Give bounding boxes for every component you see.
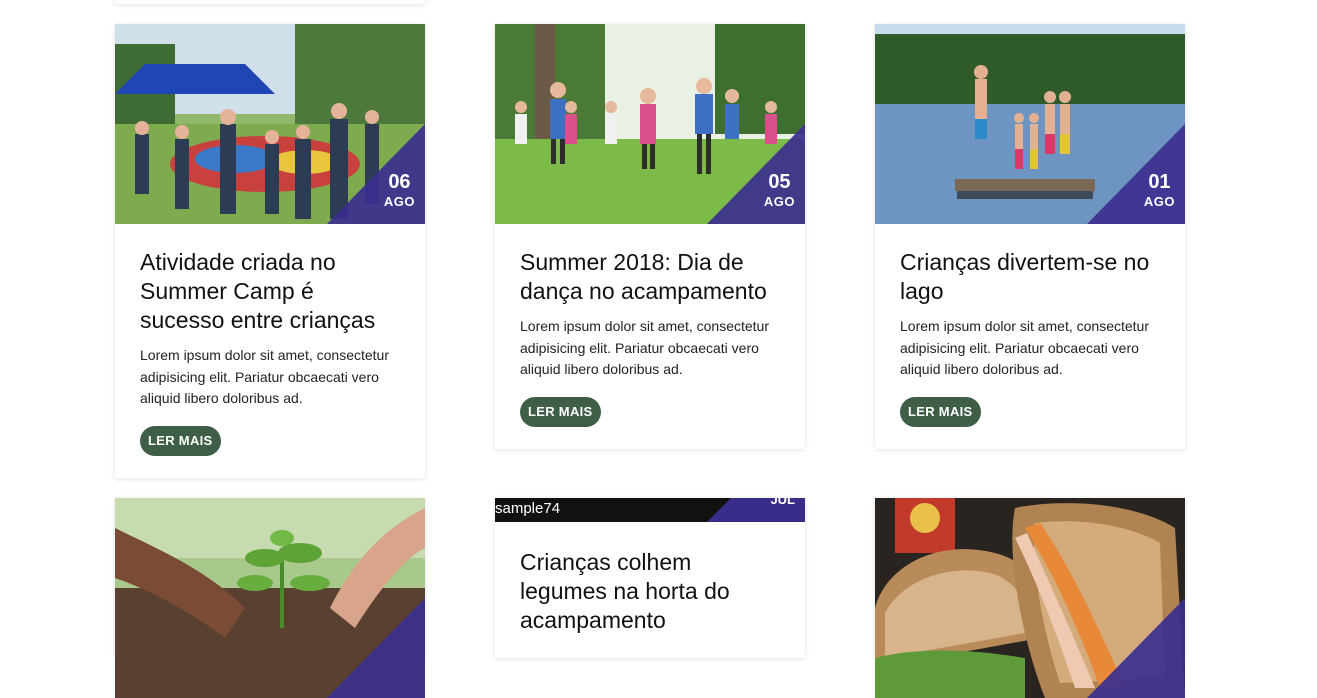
date-day: 05 <box>768 171 791 193</box>
date-month: AGO <box>383 194 415 209</box>
post-date: 05 AGO <box>764 170 795 210</box>
post-image[interactable] <box>115 498 425 698</box>
photo-children-parachute-game-icon <box>115 24 425 224</box>
read-more-button[interactable]: LER MAIS <box>520 396 601 427</box>
read-more-button[interactable]: LER MAIS <box>140 425 221 456</box>
previous-card-edge <box>115 0 425 4</box>
post-card: 01 AGO Crianças divertem-se no lago Lore… <box>875 24 1185 449</box>
post-title[interactable]: Crianças divertem-se no lago <box>900 248 1160 306</box>
post-card: 05 AGO Summer 2018: Dia de dança no acam… <box>495 24 805 449</box>
post-card: sample74 JUL Crianças colhem legumes na … <box>495 498 805 658</box>
post-image[interactable]: 05 AGO <box>495 24 805 224</box>
post-title[interactable]: Summer 2018: Dia de dança no acampamento <box>520 248 780 306</box>
post-card: 06 AGO Atividade criada no Summer Camp é… <box>115 24 425 478</box>
date-month: JUL <box>770 498 795 507</box>
date-day: 06 <box>388 171 411 193</box>
post-image[interactable]: 01 AGO <box>875 24 1185 224</box>
post-excerpt: Lorem ipsum dolor sit amet, consectetur … <box>520 318 769 378</box>
post-image[interactable]: 06 AGO <box>115 24 425 224</box>
post-date: 06 AGO <box>384 170 415 210</box>
image-alt-text: sample74 <box>495 500 561 517</box>
read-more-button[interactable]: LER MAIS <box>900 396 981 427</box>
post-excerpt: Lorem ipsum dolor sit amet, consectetur … <box>900 318 1149 378</box>
post-title[interactable]: Atividade criada no Summer Camp é sucess… <box>140 248 400 335</box>
date-day: 01 <box>1148 171 1171 193</box>
photo-hands-planting-seedling-icon <box>115 498 425 698</box>
date-month: AGO <box>1143 194 1175 209</box>
post-image[interactable] <box>875 498 1185 698</box>
post-excerpt: Lorem ipsum dolor sit amet, consectetur … <box>140 347 389 407</box>
photo-sandwiches-icon <box>875 498 1185 698</box>
post-image-broken[interactable]: sample74 JUL <box>495 498 805 522</box>
photo-children-lake-dock-icon <box>875 24 1185 224</box>
post-card <box>115 498 425 698</box>
post-card <box>875 498 1185 698</box>
photo-children-dancing-field-icon <box>495 24 805 224</box>
date-month: AGO <box>763 194 795 209</box>
post-date: 01 AGO <box>1144 170 1175 210</box>
post-title[interactable]: Crianças colhem legumes na horta do acam… <box>520 548 780 635</box>
